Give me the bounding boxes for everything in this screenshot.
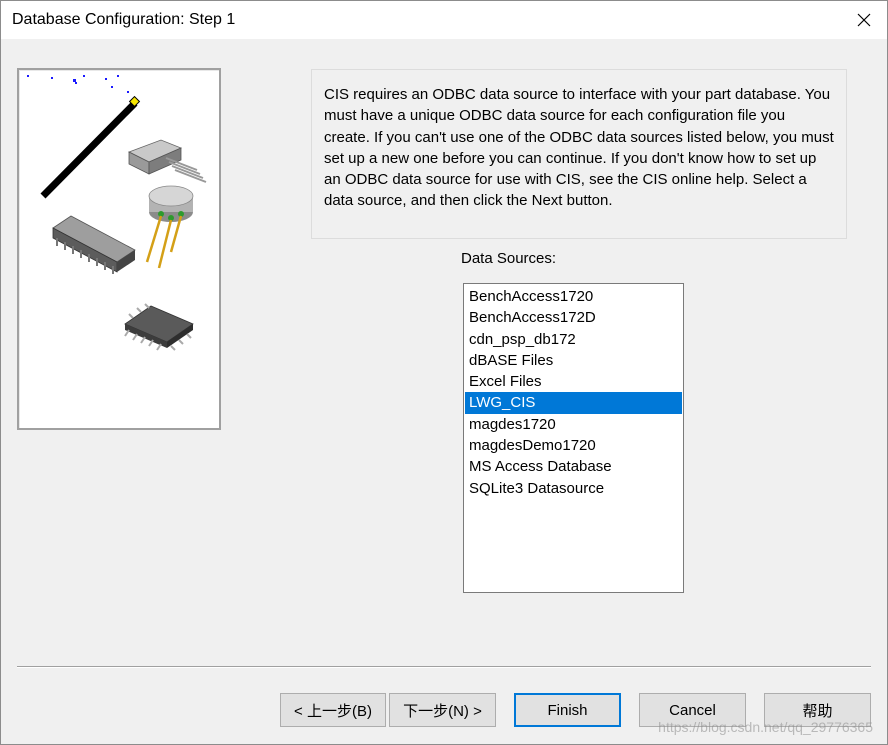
dialog-window: Database Configuration: Step 1 CIS requi… <box>0 0 888 745</box>
wizard-illustration-graphic <box>27 75 207 351</box>
dip-chip-icon <box>52 215 136 274</box>
button-separator <box>17 666 871 668</box>
list-item[interactable]: SQLite3 Datasource <box>465 478 682 499</box>
list-item[interactable]: BenchAccess172D <box>465 307 682 328</box>
instructions-text: CIS requires an ODBC data source to inte… <box>311 69 847 239</box>
title-bar[interactable]: Database Configuration: Step 1 <box>1 1 887 39</box>
list-item[interactable]: MS Access Database <box>465 456 682 477</box>
list-item[interactable]: cdn_psp_db172 <box>465 329 682 350</box>
close-button[interactable] <box>841 1 887 39</box>
back-button[interactable]: < 上一步(B) <box>280 693 386 727</box>
magic-wand-icon <box>40 95 141 199</box>
cancel-button[interactable]: Cancel <box>639 693 746 727</box>
window-title: Database Configuration: Step 1 <box>12 11 236 28</box>
wizard-illustration <box>17 68 221 430</box>
list-item[interactable]: BenchAccess1720 <box>465 286 682 307</box>
list-item[interactable]: magdesDemo1720 <box>465 435 682 456</box>
list-item[interactable]: magdes1720 <box>465 414 682 435</box>
data-sources-listbox[interactable]: BenchAccess1720 BenchAccess172D cdn_psp_db… <box>463 283 684 593</box>
transistor-icon <box>128 139 207 183</box>
finish-button[interactable]: Finish <box>514 693 621 727</box>
sparkle-icon <box>27 75 129 93</box>
list-item[interactable]: dBASE Files <box>465 350 682 371</box>
can-component-icon <box>145 185 194 269</box>
soic-chip-icon <box>124 303 194 351</box>
data-sources-label: Data Sources: <box>461 250 557 267</box>
next-button[interactable]: 下一步(N) > <box>389 693 496 727</box>
list-item[interactable]: LWG_CIS <box>465 392 682 414</box>
help-button[interactable]: 帮助 <box>764 693 871 727</box>
close-icon <box>857 13 871 27</box>
list-item[interactable]: Excel Files <box>465 371 682 392</box>
